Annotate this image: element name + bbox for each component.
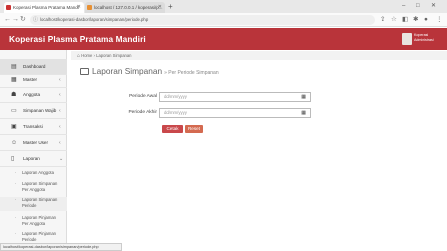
sidebar-subitem-laporan-simpanan-periode[interactable]: · Laporan Simpanan Periode bbox=[0, 197, 67, 211]
sidebar-subitem-laporan-pinjaman-periode[interactable]: · Laporan Pinjaman Periode bbox=[0, 231, 67, 242]
new-tab-button[interactable]: + bbox=[168, 1, 173, 12]
sidebar-item-label: Dashboard bbox=[23, 64, 46, 69]
breadcrumb-home[interactable]: Home bbox=[81, 53, 92, 58]
reset-button[interactable]: Reset bbox=[185, 125, 203, 133]
sidebar-item-transaksi[interactable]: ▣ Transaksi ‹ bbox=[0, 119, 67, 135]
back-icon[interactable]: ← bbox=[4, 15, 11, 25]
tab-label: Koperasi Plasma Pratama Mandi bbox=[13, 5, 79, 10]
browser-tab-bar: Koperasi Plasma Pratama Mandi ✕ localhos… bbox=[0, 0, 447, 13]
sidebar-item-master[interactable]: ▦ Master ‹ bbox=[0, 72, 67, 88]
chevron-down-icon: ⌄ bbox=[59, 156, 64, 162]
extension-icon[interactable]: ◧ bbox=[402, 15, 408, 25]
app-header: Koperasi Plasma Pratama Mandiri Koperasi… bbox=[0, 28, 447, 50]
puzzle-icon[interactable]: ✱ bbox=[413, 15, 418, 25]
calendar-icon[interactable]: ▦ bbox=[301, 109, 306, 117]
sidebar-subitem-label: Laporan Anggota bbox=[22, 170, 54, 175]
sidebar-subitem-laporan-anggota[interactable]: · Laporan Anggota bbox=[0, 170, 67, 176]
tab-label: localhost / 127.0.0.1 / koperasi/p... bbox=[94, 5, 163, 10]
start-date-label: Periode Awal bbox=[129, 94, 157, 99]
profile-icon[interactable]: ● bbox=[424, 15, 428, 25]
status-bar: localhost/koperasi-dasbor/laporan/simpan… bbox=[0, 243, 122, 251]
info-icon: ⓘ bbox=[33, 17, 39, 23]
sidebar-item-laporan[interactable]: ▯ Laporan ⌄ bbox=[0, 151, 67, 167]
database-icon: ▦ bbox=[11, 77, 17, 83]
file-icon: ▯ bbox=[11, 156, 15, 162]
minimize-icon[interactable]: – bbox=[402, 0, 405, 12]
sidebar-item-label: Master bbox=[23, 77, 38, 82]
start-date-value: dd/mm/yyyy bbox=[164, 94, 187, 99]
sidebar-subitem-laporan-simpanan-per-anggota[interactable]: · Laporan Simpanan Per Anggota bbox=[0, 181, 67, 192]
url-input[interactable]: ⓘ localhost/koperasi-dasbor/laporan/simp… bbox=[30, 15, 375, 25]
calendar-icon[interactable]: ▦ bbox=[301, 93, 306, 101]
end-date-input[interactable]: dd/mm/yyyy ▦ bbox=[159, 108, 311, 118]
favicon-icon bbox=[6, 5, 11, 10]
print-button[interactable]: Cetak bbox=[162, 125, 183, 133]
sidebar-item-master-user[interactable]: ☺ Master User ‹ bbox=[0, 135, 67, 151]
page-title: Laporan Simpanan» Per Periode Simpanan bbox=[92, 66, 219, 78]
sidebar-subitem-laporan-pinjaman-per-anggota[interactable]: · Laporan Pinjaman Per Anggota bbox=[0, 215, 67, 226]
chevron-left-icon: ‹ bbox=[59, 92, 61, 98]
close-tab-icon[interactable]: ✕ bbox=[158, 2, 162, 13]
menu-icon[interactable]: ⋮ bbox=[436, 15, 443, 25]
sidebar-item-label: Simpanan Wajib bbox=[23, 108, 57, 113]
end-date-value: dd/mm/yyyy bbox=[164, 110, 187, 115]
star-icon[interactable]: ☆ bbox=[391, 15, 397, 25]
sidebar-subitem-label: Laporan Simpanan Periode bbox=[22, 197, 58, 208]
report-icon bbox=[80, 68, 89, 75]
sidebar-item-label: Master User bbox=[23, 140, 49, 145]
home-icon[interactable]: ⌂ bbox=[77, 53, 80, 59]
chevron-left-icon: ‹ bbox=[59, 108, 61, 114]
forward-icon[interactable]: → bbox=[12, 15, 19, 25]
end-date-label: Periode Akhir bbox=[128, 110, 157, 115]
address-bar: ← → ↻ ⓘ localhost/koperasi-dasbor/lapora… bbox=[0, 13, 447, 27]
sidebar-subitem-label: Laporan Simpanan Per Anggota bbox=[22, 181, 58, 192]
sidebar-item-label: Anggota bbox=[23, 92, 41, 97]
exchange-icon: ▣ bbox=[11, 124, 17, 130]
favicon-icon bbox=[87, 5, 92, 10]
breadcrumb-separator: › bbox=[93, 53, 95, 58]
page-title-text: Laporan Simpanan bbox=[92, 66, 163, 76]
page-subtitle: » Per Periode Simpanan bbox=[164, 70, 219, 76]
maximize-icon[interactable]: □ bbox=[416, 0, 420, 12]
sidebar: ▤ Dashboard ▦ Master ‹ ☗ Anggota ‹ ▭ Sim… bbox=[0, 50, 67, 243]
sidebar-item-simpanan-wajib[interactable]: ▭ Simpanan Wajib ‹ bbox=[0, 103, 67, 119]
avatar[interactable] bbox=[402, 33, 412, 45]
wallet-icon: ▭ bbox=[11, 108, 17, 114]
share-icon[interactable]: ⇪ bbox=[380, 15, 385, 25]
breadcrumb-current: Laporan Simpanan bbox=[96, 53, 132, 58]
user-info[interactable]: Koperasi Administrasi bbox=[414, 33, 434, 43]
users-icon: ☗ bbox=[11, 92, 17, 98]
chevron-left-icon: ‹ bbox=[59, 124, 61, 130]
reload-icon[interactable]: ↻ bbox=[20, 15, 26, 25]
close-tab-icon[interactable]: ✕ bbox=[77, 2, 81, 13]
user-role: Administrasi bbox=[414, 38, 434, 42]
start-date-input[interactable]: dd/mm/yyyy ▦ bbox=[159, 92, 311, 102]
breadcrumb: ⌂ Home › Laporan Simpanan bbox=[71, 51, 447, 60]
browser-tab-inactive[interactable]: localhost / 127.0.0.1 / koperasi/p... ✕ bbox=[85, 2, 165, 13]
sidebar-subitem-label: Laporan Pinjaman Per Anggota bbox=[22, 215, 56, 226]
chevron-left-icon: ‹ bbox=[59, 77, 61, 83]
chevron-left-icon: ‹ bbox=[59, 140, 61, 146]
close-window-icon[interactable]: ✕ bbox=[431, 0, 436, 12]
app-title[interactable]: Koperasi Plasma Pratama Mandiri bbox=[9, 28, 146, 50]
sidebar-item-anggota[interactable]: ☗ Anggota ‹ bbox=[0, 87, 67, 103]
url-text: localhost/koperasi-dasbor/laporan/simpan… bbox=[40, 17, 149, 22]
sidebar-item-label: Laporan bbox=[23, 156, 40, 161]
user-icon: ☺ bbox=[11, 140, 18, 146]
sidebar-subitem-label: Laporan Pinjaman Periode bbox=[22, 231, 56, 242]
sidebar-item-label: Transaksi bbox=[23, 124, 43, 129]
browser-tab-active[interactable]: Koperasi Plasma Pratama Mandi ✕ bbox=[4, 2, 84, 13]
